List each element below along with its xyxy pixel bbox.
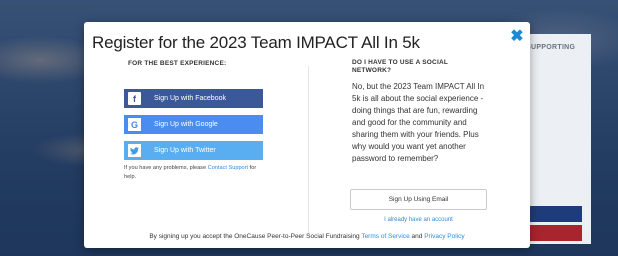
- facebook-signup-button[interactable]: f Sign Up with Facebook: [124, 89, 263, 108]
- social-network-question: DO I HAVE TO USE A SOCIAL NETWORK?: [352, 59, 448, 74]
- google-icon: G: [128, 118, 141, 131]
- google-signup-button[interactable]: G Sign Up with Google: [124, 115, 263, 134]
- contact-support-link[interactable]: Contact Support: [208, 165, 248, 171]
- close-icon[interactable]: ✖: [509, 29, 525, 45]
- best-experience-heading: FOR THE BEST EXPERIENCE:: [128, 60, 227, 67]
- register-modal: Register for the 2023 Team IMPACT All In…: [84, 22, 530, 248]
- help-text: If you have any problems, please Contact…: [124, 164, 264, 181]
- privacy-policy-link[interactable]: Privacy Policy: [424, 233, 464, 240]
- footer-prefix: By signing up you accept the OneCause Pe…: [149, 233, 362, 240]
- facebook-signup-label: Sign Up with Facebook: [154, 95, 226, 102]
- column-divider: [308, 66, 309, 234]
- twitter-signup-label: Sign Up with Twitter: [154, 147, 216, 154]
- terms-of-service-link[interactable]: Terms of Service: [361, 233, 409, 240]
- existing-account-link[interactable]: I already have an account: [350, 217, 487, 223]
- google-signup-label: Sign Up with Google: [154, 121, 218, 128]
- terms-footer: By signing up you accept the OneCause Pe…: [84, 233, 530, 240]
- modal-title: Register for the 2023 Team IMPACT All In…: [92, 33, 420, 52]
- twitter-signup-button[interactable]: Sign Up with Twitter: [124, 141, 263, 160]
- facebook-icon: f: [128, 92, 141, 105]
- email-signup-button[interactable]: Sign Up Using Email: [350, 189, 487, 210]
- social-network-answer: No, but the 2023 Team IMPACT All In 5k i…: [352, 82, 485, 163]
- help-prefix: If you have any problems, please: [124, 165, 208, 171]
- twitter-icon: [128, 144, 141, 157]
- footer-and: and: [409, 233, 425, 240]
- background-panel-label: SUPPORTING: [526, 44, 576, 51]
